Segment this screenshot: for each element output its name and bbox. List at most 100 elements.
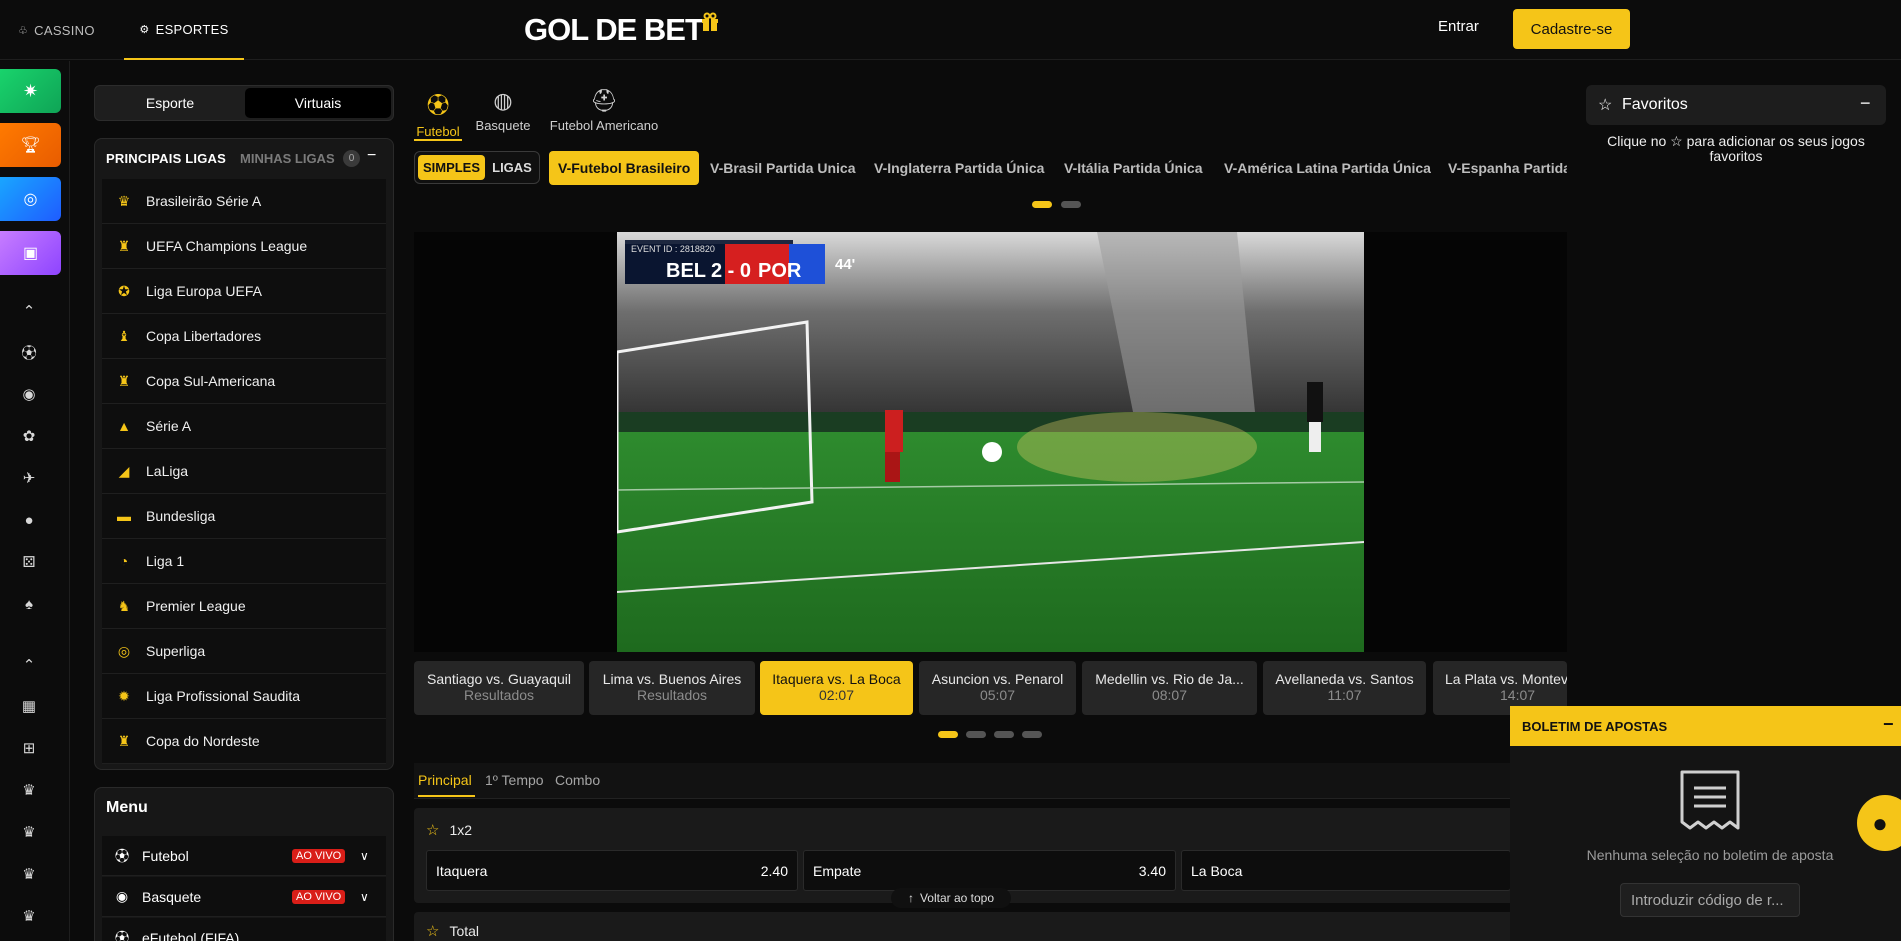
trophy-icon: ♜	[117, 237, 131, 254]
tab-primeiro-tempo[interactable]: 1º Tempo	[485, 772, 544, 788]
match-card[interactable]: Avellaneda vs. Santos 11:07	[1263, 661, 1426, 715]
gift-icon[interactable]	[700, 12, 720, 32]
league-item[interactable]: ♜ Copa do Nordeste	[102, 719, 386, 764]
tab-combo[interactable]: Combo	[555, 772, 600, 788]
collapse-up-icon-2[interactable]: ⌃	[17, 653, 41, 677]
trophy-icon-2[interactable]: ♛	[17, 820, 41, 844]
rail-trophy-button[interactable]: 🏆︎	[0, 123, 61, 167]
trophy-icon-4[interactable]: ♛	[17, 904, 41, 928]
toggle-virtuais[interactable]: Virtuais	[245, 88, 391, 118]
airplane-icon[interactable]: ✈	[17, 466, 41, 490]
match-pager-dot[interactable]	[994, 731, 1014, 738]
league-pager-dot-active[interactable]	[1032, 201, 1052, 208]
sport-virtual-toggle: Esporte Virtuais	[94, 85, 394, 121]
league-item[interactable]: ♛ Brasileirão Série A	[102, 179, 386, 224]
sport-tab-basquete[interactable]: ◍ Basquete	[472, 88, 534, 133]
bet-slip-header[interactable]: BOLETIM DE APOSTAS −	[1510, 706, 1901, 746]
collapse-minus-icon[interactable]: −	[1860, 93, 1871, 114]
market-total-header[interactable]: ☆ Total	[426, 922, 479, 940]
site-logo[interactable]: GOL DE BET	[524, 12, 704, 48]
collapse-up-icon[interactable]: ⌃	[17, 299, 41, 323]
principais-ligas-heading[interactable]: PRINCIPAIS LIGAS	[106, 151, 226, 166]
minhas-ligas-tab[interactable]: MINHAS LIGAS	[240, 151, 335, 166]
league-pill-1[interactable]: V-Brasil Partida Unica	[710, 151, 856, 185]
dice-icon[interactable]: ⚄	[17, 550, 41, 574]
signup-button[interactable]: Cadastre-se	[1513, 9, 1630, 49]
league-pager-dot[interactable]	[1061, 201, 1081, 208]
tab-casino[interactable]: ♧ CASSINO	[18, 0, 95, 60]
market-1x2-header[interactable]: ☆ 1x2	[426, 821, 472, 839]
menu-item-basquete[interactable]: ◉ Basquete AO VIVO ∨	[102, 877, 386, 917]
chevron-down-icon[interactable]: ∨	[360, 849, 369, 863]
sport-tab-futebol-americano[interactable]: ⛑ Futebol Americano	[543, 88, 665, 133]
league-pill-5[interactable]: V-Espanha Partida	[1448, 151, 1567, 185]
toggle-ligas[interactable]: LIGAS	[489, 155, 535, 180]
odd-button-draw[interactable]: Empate 3.40	[803, 850, 1176, 891]
toggle-simples[interactable]: SIMPLES	[418, 155, 485, 180]
match-pager-dot-active[interactable]	[938, 731, 958, 738]
odd-button-home[interactable]: Itaquera 2.40	[426, 850, 798, 891]
match-card[interactable]: Santiago vs. Guayaquil Resultados	[414, 661, 584, 715]
star-icon[interactable]: ☆	[426, 922, 439, 940]
tab-principal[interactable]: Principal	[418, 772, 472, 788]
league-item[interactable]: ▲ Série A	[102, 404, 386, 449]
back-to-top-button[interactable]: ↑ Voltar ao topo	[891, 888, 1011, 908]
paw-icon[interactable]: ✿	[17, 424, 41, 448]
chevron-down-icon[interactable]: ∨	[360, 890, 369, 904]
league-pill-4[interactable]: V-América Latina Partida Única	[1224, 151, 1431, 185]
laliga-icon: ◢	[118, 462, 130, 479]
trophy-icon-1[interactable]: ♛	[17, 778, 41, 802]
rail-bag-button[interactable]: ▣	[0, 231, 61, 275]
soccer-icon[interactable]: ⚽︎	[17, 340, 41, 364]
match-pager-dot[interactable]	[1022, 731, 1042, 738]
match-stream-frame[interactable]	[617, 232, 1364, 652]
match-pager-dot[interactable]	[966, 731, 986, 738]
menu-item-efutebol[interactable]: ⚽︎ eFutebol (FIFA)	[102, 918, 386, 941]
league-item[interactable]: ♜ Copa Sul-Americana	[102, 359, 386, 404]
film-icon[interactable]: ▦	[17, 694, 41, 718]
menu-item-futebol[interactable]: ⚽︎ Futebol AO VIVO ∨	[102, 836, 386, 876]
minimize-icon[interactable]: −	[1883, 714, 1894, 735]
soccer-ball-icon: ⚽︎	[426, 93, 449, 118]
collapse-minus-icon[interactable]: −	[367, 147, 376, 165]
market-title: Total	[449, 923, 480, 939]
simples-ligas-toggle: SIMPLES LIGAS	[414, 151, 540, 184]
match-card-selected[interactable]: Itaquera vs. La Boca 02:07	[760, 661, 913, 715]
league-item[interactable]: ✹ Liga Profissional Saudita	[102, 674, 386, 719]
league-item[interactable]: ♝ Copa Libertadores	[102, 314, 386, 359]
left-rail: ✷ 🏆︎ ◎ ▣ ⌃ ⚽︎ ◉ ✿ ✈ ● ⚄ ♠ ⌃ ▦ ⊞ ♛ ♛ ♛ ♛	[0, 61, 70, 941]
league-pill-0[interactable]: V-Futebol Brasileiro	[549, 151, 700, 185]
sport-tab-futebol[interactable]: ⚽︎ Futebol	[414, 88, 462, 139]
match-card[interactable]: Asuncion vs. Penarol 05:07	[919, 661, 1076, 715]
rail-target-button[interactable]: ◎	[0, 177, 61, 221]
trophy-icon-3[interactable]: ♛	[17, 862, 41, 886]
league-item[interactable]: ◢ LaLiga	[102, 449, 386, 494]
odd-button-away[interactable]: La Boca	[1181, 850, 1511, 891]
league-item[interactable]: ◎ Superliga	[102, 629, 386, 674]
match-card[interactable]: Lima vs. Buenos Aires Resultados	[589, 661, 755, 715]
bomb-icon[interactable]: ●	[17, 508, 41, 532]
star-icon[interactable]: ☆	[426, 821, 439, 839]
league-item[interactable]: ✪ Liga Europa UEFA	[102, 269, 386, 314]
tab-esportes[interactable]: ⚙ ESPORTES	[124, 0, 244, 60]
basketball-icon[interactable]: ◉	[17, 382, 41, 406]
league-pill-2[interactable]: V-Inglaterra Partida Única	[874, 151, 1044, 185]
league-pill-3[interactable]: V-Itália Partida Única	[1064, 151, 1203, 185]
toggle-esporte[interactable]: Esporte	[97, 88, 243, 118]
gamepad-icon[interactable]: ⊞	[17, 736, 41, 760]
favorites-panel[interactable]: ☆ Favoritos −	[1586, 85, 1886, 125]
card-icon[interactable]: ♠	[17, 592, 41, 616]
chat-bubble-icon: ●	[1872, 807, 1888, 838]
league-item[interactable]: ♞ Premier League	[102, 584, 386, 629]
match-card-title: Santiago vs. Guayaquil	[427, 671, 571, 687]
league-item[interactable]: ▬ Bundesliga	[102, 494, 386, 539]
live-badge: AO VIVO	[292, 848, 346, 863]
login-link[interactable]: Entrar	[1438, 18, 1479, 35]
trophy-icon: ♜	[117, 372, 131, 389]
ligue1-icon: ◔	[119, 553, 129, 569]
league-item[interactable]: ♜ UEFA Champions League	[102, 224, 386, 269]
rail-promo-button[interactable]: ✷	[0, 69, 61, 113]
booking-code-input[interactable]: Introduzir código de r...	[1620, 883, 1800, 917]
match-card[interactable]: Medellin vs. Rio de Ja... 08:07	[1082, 661, 1257, 715]
league-item[interactable]: ◔ Liga 1	[102, 539, 386, 584]
